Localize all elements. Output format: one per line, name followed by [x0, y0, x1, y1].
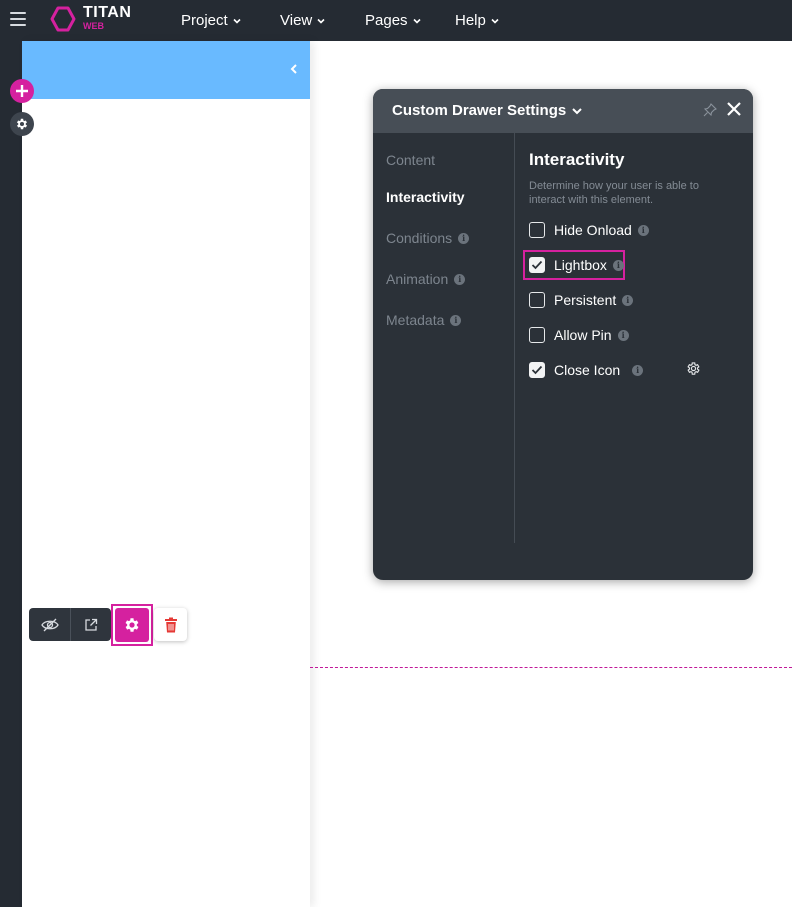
toolbar-group: [29, 608, 111, 641]
option-lightbox[interactable]: Lightbox i: [529, 257, 624, 273]
nav-content-label: Content: [386, 152, 436, 168]
left-rail: [0, 41, 22, 907]
panel-header: Custom Drawer Settings: [373, 89, 753, 133]
top-bar: TITAN WEB Project View Pages Help: [0, 0, 792, 41]
info-icon[interactable]: i: [632, 364, 644, 376]
gear-icon: [16, 118, 28, 130]
section-description: Determine how your user is able to inter…: [529, 180, 699, 206]
info-icon[interactable]: i: [458, 232, 470, 244]
gear-icon: [125, 618, 139, 632]
drop-guide-line: [310, 667, 792, 668]
nav-interactivity[interactable]: Interactivity: [386, 189, 465, 205]
persistent-label: Persistent: [554, 292, 617, 308]
allow-pin-label: Allow Pin: [554, 327, 612, 343]
add-element-button[interactable]: [10, 79, 34, 103]
plus-icon: [16, 85, 28, 97]
custom-drawer-settings-panel: Custom Drawer Settings Content Interacti…: [373, 89, 753, 580]
close-icon-label: Close Icon: [554, 362, 621, 378]
menu-project[interactable]: Project: [181, 0, 241, 41]
menu-project-label: Project: [181, 12, 228, 29]
brand: TITAN WEB: [83, 5, 131, 31]
titan-logo-icon: [50, 6, 76, 32]
nav-conditions-label: Conditions: [386, 230, 453, 246]
brand-sub: WEB: [83, 21, 104, 31]
menu-help-label: Help: [455, 12, 486, 29]
close-icon-settings-gear-icon[interactable]: [686, 361, 701, 376]
nav-interactivity-label: Interactivity: [386, 189, 465, 205]
chevron-down-icon: [412, 18, 421, 24]
hide-onload-label: Hide Onload: [554, 222, 632, 238]
eye-off-icon: [40, 618, 59, 631]
chevron-left-icon[interactable]: [288, 62, 300, 76]
check-icon: [531, 365, 543, 375]
trash-icon: [164, 617, 177, 632]
delete-button[interactable]: [154, 608, 187, 641]
nav-content[interactable]: Content: [386, 152, 435, 168]
brand-name: TITAN: [83, 4, 132, 21]
nav-metadata-label: Metadata: [386, 312, 445, 328]
element-toolbar: [29, 608, 111, 641]
nav-animation[interactable]: Animation i: [386, 271, 466, 287]
drawer-header: [22, 41, 310, 99]
chevron-down-icon: [491, 18, 499, 24]
hide-onload-checkbox[interactable]: [529, 222, 545, 238]
menu-view-label: View: [280, 12, 313, 29]
info-icon[interactable]: i: [622, 294, 634, 306]
menu-pages-label: Pages: [365, 12, 408, 29]
option-allow-pin[interactable]: Allow Pin i: [529, 327, 629, 343]
lightbox-checkbox[interactable]: [529, 257, 545, 273]
menu-view[interactable]: View: [280, 0, 325, 41]
option-persistent[interactable]: Persistent i: [529, 292, 634, 308]
section-title: Interactivity: [529, 150, 625, 169]
nav-animation-label: Animation: [386, 271, 449, 287]
open-external-button[interactable]: [70, 608, 111, 641]
close-icon[interactable]: [726, 101, 742, 117]
panel-divider: [514, 133, 515, 543]
info-icon[interactable]: i: [617, 329, 629, 341]
chevron-down-icon: [233, 18, 241, 24]
menu-help[interactable]: Help: [455, 0, 499, 41]
close-icon-checkbox[interactable]: [529, 362, 545, 378]
element-settings-button[interactable]: [115, 608, 149, 642]
hamburger-icon[interactable]: [10, 12, 26, 26]
menu-pages[interactable]: Pages: [365, 0, 421, 41]
nav-metadata[interactable]: Metadata i: [386, 312, 462, 328]
panel-title-dropdown[interactable]: Custom Drawer Settings: [392, 102, 582, 119]
toggle-visibility-button[interactable]: [29, 608, 70, 641]
option-close-icon[interactable]: Close Icon i: [529, 362, 644, 378]
drawer-preview[interactable]: [22, 41, 310, 907]
settings-button[interactable]: [10, 112, 34, 136]
nav-conditions[interactable]: Conditions i: [386, 230, 470, 246]
panel-title: Custom Drawer Settings: [392, 102, 567, 119]
pin-icon[interactable]: [703, 103, 717, 117]
info-icon[interactable]: i: [450, 314, 462, 326]
info-icon[interactable]: i: [637, 224, 649, 236]
info-icon[interactable]: i: [454, 273, 466, 285]
lightbox-label: Lightbox: [554, 257, 607, 273]
allow-pin-checkbox[interactable]: [529, 327, 545, 343]
element-settings-highlight: [111, 604, 153, 646]
persistent-checkbox[interactable]: [529, 292, 545, 308]
info-icon[interactable]: i: [612, 259, 624, 271]
chevron-down-icon: [317, 18, 325, 24]
check-icon: [531, 260, 543, 270]
chevron-down-icon: [572, 107, 582, 114]
external-link-icon: [85, 618, 98, 631]
option-hide-onload[interactable]: Hide Onload i: [529, 222, 649, 238]
